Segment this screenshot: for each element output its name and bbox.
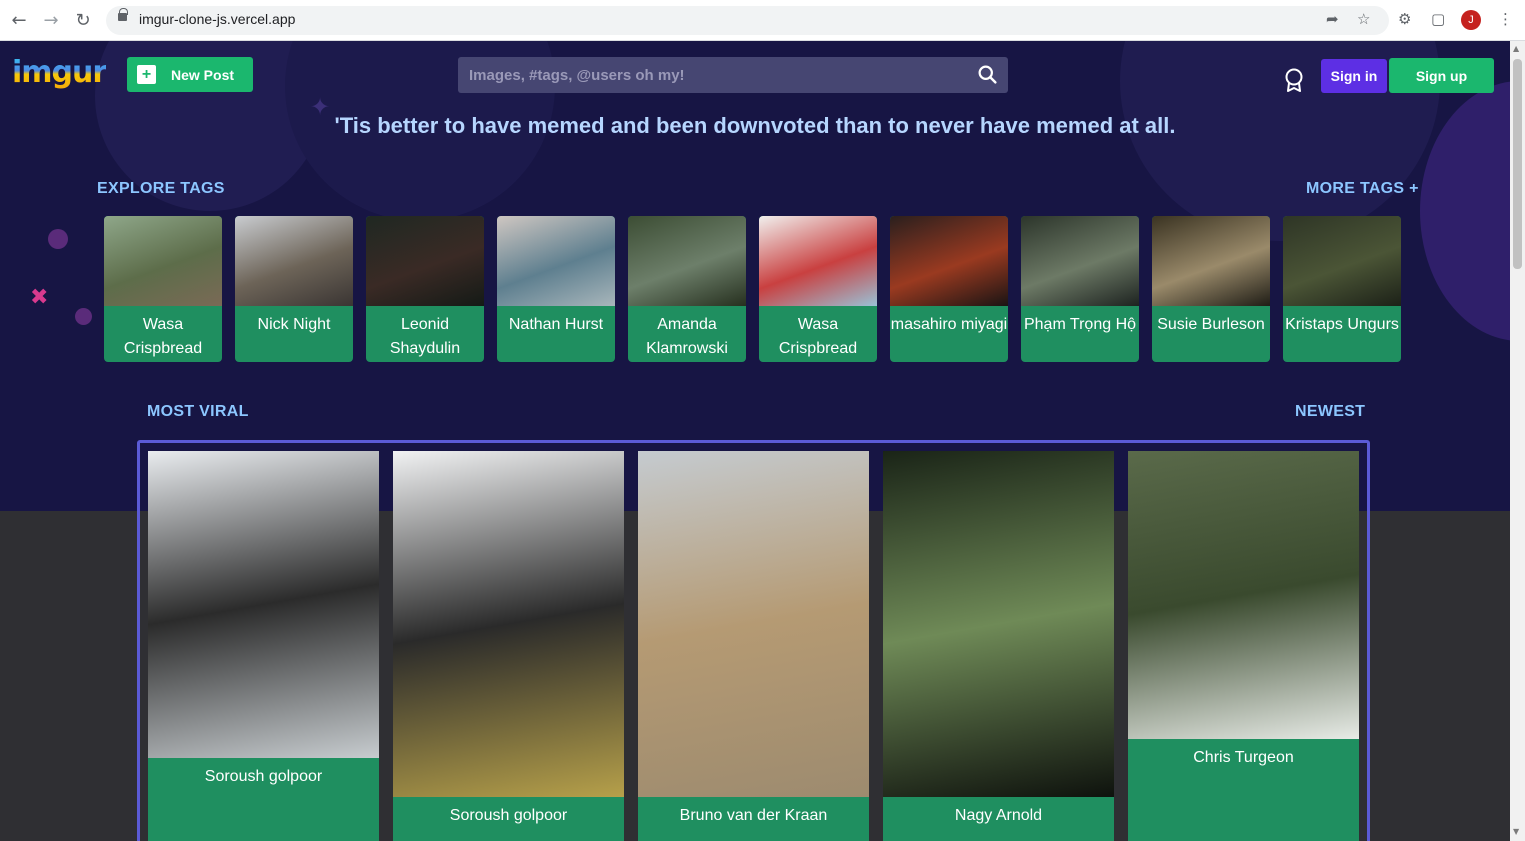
sign-in-button[interactable]: Sign in	[1321, 59, 1387, 93]
post-image	[393, 451, 624, 797]
page-scrollbar[interactable]: ▲ ▼	[1510, 41, 1525, 841]
browser-toolbar: ← → ↻ imgur-clone-js.vercel.app ➦ ☆ ⚙ ▢ …	[0, 0, 1525, 41]
tag-tile[interactable]: Amanda Klamrowski	[628, 216, 746, 362]
explore-tags-heading: EXPLORE TAGS	[97, 180, 225, 197]
forward-arrow-icon[interactable]: →	[40, 9, 62, 31]
more-tags-link[interactable]: MORE TAGS +	[1306, 180, 1419, 198]
most-viral-dropdown[interactable]: MOST VIRAL	[147, 403, 249, 421]
post-image	[148, 451, 379, 758]
tag-name: Amanda Klamrowski	[646, 316, 728, 357]
tag-thumbnail	[628, 216, 746, 306]
tag-name: Wasa Crispbread	[778, 316, 858, 357]
tag-tile[interactable]: Wasa Crispbread	[104, 216, 222, 362]
scrollbar-thumb[interactable]	[1513, 59, 1522, 269]
decor-x-icon: ✖	[30, 285, 49, 310]
post-card[interactable]: Nagy Arnold	[883, 451, 1114, 841]
tag-thumbnail	[104, 216, 222, 306]
tag-thumbnail	[235, 216, 353, 306]
tag-tile[interactable]: masahiro miyagi	[890, 216, 1008, 362]
tag-thumbnail	[366, 216, 484, 306]
decor-dot	[75, 308, 92, 325]
tag-name: Nathan Hurst	[508, 316, 604, 333]
share-icon[interactable]: ➦	[1326, 10, 1339, 28]
extensions-icon[interactable]: ⚙	[1398, 10, 1411, 28]
tag-tile[interactable]: Wasa Crispbread	[759, 216, 877, 362]
tag-tile[interactable]: Nathan Hurst	[497, 216, 615, 362]
back-arrow-icon[interactable]: ←	[8, 9, 30, 31]
tag-tile[interactable]: Leonid Shaydulin	[366, 216, 484, 362]
tag-thumbnail	[1152, 216, 1270, 306]
url-text: imgur-clone-js.vercel.app	[139, 11, 296, 27]
post-author: Bruno van der Kraan	[679, 807, 828, 824]
tag-list: Wasa Crispbread Nick Night Leonid Shayduli…	[104, 216, 1401, 362]
post-author: Soroush golpoor	[204, 768, 323, 785]
plus-icon: +	[137, 65, 156, 84]
scroll-up-icon[interactable]: ▲	[1513, 44, 1519, 53]
tag-tile[interactable]: Susie Burleson	[1152, 216, 1270, 362]
tag-name: Susie Burleson	[1157, 316, 1265, 333]
search-icon[interactable]	[977, 64, 998, 85]
new-post-label: New Post	[171, 66, 235, 83]
post-image	[883, 451, 1114, 797]
post-author: Chris Turgeon	[1193, 749, 1294, 766]
post-card[interactable]: Chris Turgeon	[1128, 451, 1359, 841]
lock-icon	[118, 8, 128, 21]
tagline: 'Tis better to have memed and been downv…	[334, 113, 1176, 138]
imgur-logo[interactable]: imgur	[12, 55, 107, 90]
bookmark-star-icon[interactable]: ☆	[1357, 10, 1370, 28]
reload-icon[interactable]: ↻	[72, 9, 94, 31]
sign-up-button[interactable]: Sign up	[1389, 58, 1494, 93]
tag-thumbnail	[497, 216, 615, 306]
page: ✖ ✦ imgur + New Post Sign in Sign up 'Ti…	[0, 41, 1510, 841]
post-author: Soroush golpoor	[449, 807, 568, 824]
tag-thumbnail	[890, 216, 1008, 306]
tag-thumbnail	[1283, 216, 1401, 306]
post-card[interactable]: Bruno van der Kraan	[638, 451, 869, 841]
new-post-button[interactable]: + New Post	[127, 57, 253, 92]
tag-tile[interactable]: Phạm Trọng Hộ	[1021, 216, 1139, 362]
post-image	[1128, 451, 1359, 739]
search-input[interactable]	[458, 57, 968, 93]
address-bar[interactable]: imgur-clone-js.vercel.app ➦ ☆	[106, 6, 1389, 35]
decor-dot	[48, 229, 68, 249]
tag-name: Nick Night	[257, 316, 331, 333]
newest-dropdown[interactable]: NEWEST	[1295, 403, 1365, 421]
tag-name: masahiro miyagi	[890, 316, 1008, 333]
menu-kebab-icon[interactable]: ⋮	[1498, 10, 1513, 28]
post-gallery: Soroush golpoor Soroush golpoor Bruno van …	[137, 440, 1370, 841]
post-card[interactable]: Soroush golpoor	[148, 451, 379, 841]
tag-tile[interactable]: Kristaps Ungurs	[1283, 216, 1401, 362]
search-bar	[458, 57, 1008, 93]
tag-name: Phạm Trọng Hộ	[1023, 316, 1137, 333]
profile-avatar[interactable]: J	[1461, 10, 1481, 30]
award-icon[interactable]	[1283, 68, 1305, 92]
tag-tile[interactable]: Nick Night	[235, 216, 353, 362]
tag-name: Wasa Crispbread	[123, 316, 203, 357]
tag-thumbnail	[1021, 216, 1139, 306]
post-card[interactable]: Soroush golpoor	[393, 451, 624, 841]
scroll-down-icon[interactable]: ▼	[1513, 827, 1519, 836]
post-author: Nagy Arnold	[954, 807, 1043, 824]
side-panel-icon[interactable]: ▢	[1431, 10, 1445, 28]
tag-name: Leonid Shaydulin	[389, 316, 461, 357]
tag-name: Kristaps Ungurs	[1285, 316, 1399, 333]
tag-thumbnail	[759, 216, 877, 306]
post-image	[638, 451, 869, 797]
